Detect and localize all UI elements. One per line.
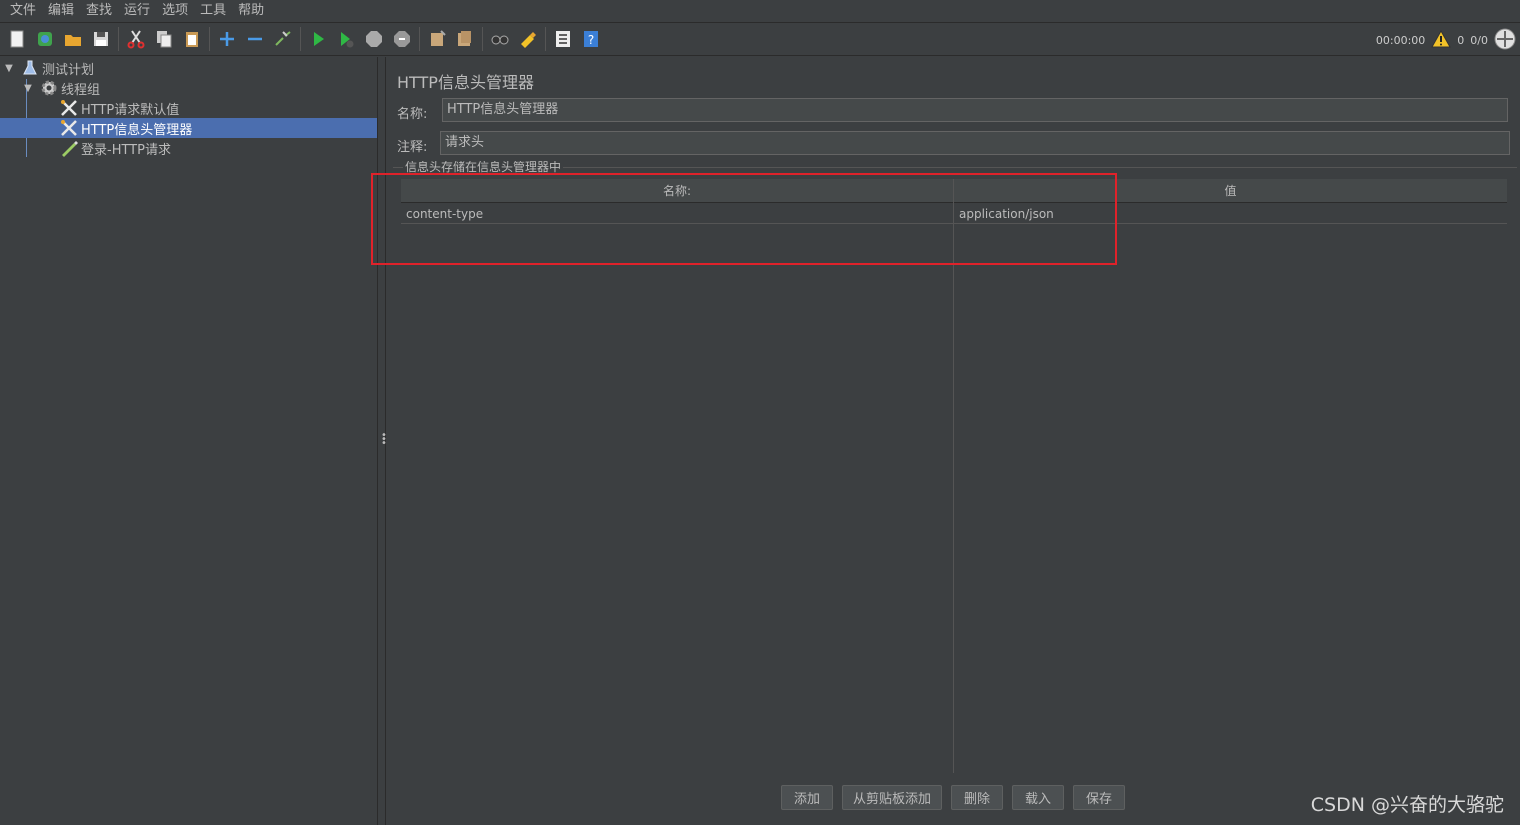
status-area: 00:00:00 0 0/0 [1376, 23, 1516, 57]
name-field[interactable]: HTTP信息头管理器 [442, 98, 1508, 122]
name-label: 名称: [397, 107, 428, 122]
toolbar-divider [209, 27, 210, 51]
reset-search-icon[interactable] [517, 28, 539, 50]
chevron-down-icon[interactable]: ▼ [3, 63, 15, 74]
toolbar-divider [545, 27, 546, 51]
start-no-pause-icon[interactable] [335, 28, 357, 50]
warning-icon[interactable] [1431, 29, 1452, 51]
comment-label: 注释: [397, 140, 428, 155]
watermark: CSDN @兴奋的大骆驼 [1310, 794, 1504, 816]
menu-tools[interactable]: 工具 [194, 0, 232, 21]
expand-icon[interactable] [216, 28, 238, 50]
shutdown-icon[interactable] [391, 28, 413, 50]
tree-item-thread-group[interactable]: ▼ 线程组 [0, 78, 377, 98]
tree-item-http-defaults[interactable]: HTTP请求默认值 [0, 98, 377, 118]
menu-bar: 文件 编辑 查找 运行 选项 工具 帮助 [0, 0, 1520, 21]
sampler-pencil-icon [60, 139, 78, 157]
add-button[interactable]: 添加 [781, 785, 833, 810]
menu-edit[interactable]: 编辑 [42, 0, 80, 21]
save-button[interactable]: 保存 [1073, 785, 1125, 810]
tree-item-label: 线程组 [61, 82, 101, 98]
copy-icon[interactable] [153, 28, 175, 50]
paste-icon[interactable] [181, 28, 203, 50]
toggle-icon[interactable] [272, 28, 294, 50]
help-icon[interactable]: ? [580, 28, 602, 50]
add-from-clipboard-button[interactable]: 从剪贴板添加 [842, 785, 942, 810]
svg-text:?: ? [588, 33, 594, 47]
menu-help[interactable]: 帮助 [232, 0, 270, 21]
function-helper-icon[interactable] [552, 28, 574, 50]
elapsed-timer: 00:00:00 [1375, 33, 1426, 47]
menu-search[interactable]: 查找 [80, 0, 118, 21]
menu-options[interactable]: 选项 [156, 0, 194, 21]
test-plan-tree: ▼ 测试计划 ▼ 线程组 HTTP请求默认值 HTTP信息头管理器 登录-HTT… [0, 57, 377, 825]
load-button[interactable]: 载入 [1012, 785, 1064, 810]
tree-item-label: 登录-HTTP请求 [81, 142, 171, 158]
flask-icon [21, 59, 39, 77]
templates-icon[interactable] [34, 28, 56, 50]
collapse-icon[interactable] [244, 28, 266, 50]
page-title: HTTP信息头管理器 [397, 73, 534, 92]
toolbar-divider [300, 27, 301, 51]
save-icon[interactable] [90, 28, 112, 50]
clear-icon[interactable] [426, 28, 448, 50]
new-icon[interactable] [6, 28, 28, 50]
start-icon[interactable] [307, 28, 329, 50]
config-tools-icon [60, 119, 78, 137]
toolbar-divider [482, 27, 483, 51]
headers-table: 名称: 值 content-type application/json [401, 179, 1507, 773]
stop-icon[interactable] [363, 28, 385, 50]
tree-item-label: HTTP信息头管理器 [81, 122, 193, 138]
tree-item-test-plan[interactable]: ▼ 测试计划 [0, 58, 377, 78]
menu-run[interactable]: 运行 [118, 0, 156, 21]
delete-button[interactable]: 删除 [951, 785, 1003, 810]
remote-icon[interactable] [1494, 28, 1516, 53]
config-tools-icon [60, 99, 78, 117]
toolbar-divider [419, 27, 420, 51]
splitter-grip-icon[interactable]: • • • [381, 431, 387, 449]
toolbar: ? 00:00:00 0 0/0 [0, 22, 1520, 56]
column-divider [953, 179, 954, 773]
cut-icon[interactable] [125, 28, 147, 50]
toolbar-divider [118, 27, 119, 51]
warning-count: 0 [1457, 33, 1465, 47]
tree-item-header-manager[interactable]: HTTP信息头管理器 [0, 118, 377, 138]
comment-field[interactable]: 请求头 [440, 131, 1510, 155]
tree-item-login-request[interactable]: 登录-HTTP请求 [0, 138, 377, 158]
gear-icon [40, 79, 58, 97]
clear-all-icon[interactable] [454, 28, 476, 50]
thread-count: 0/0 [1470, 33, 1488, 47]
tree-item-label: 测试计划 [42, 62, 95, 78]
highlight-annotation [371, 173, 1117, 265]
group-title: 信息头存储在信息头管理器中 [403, 161, 564, 173]
tree-item-label: HTTP请求默认值 [81, 102, 180, 118]
menu-file[interactable]: 文件 [4, 0, 42, 21]
chevron-down-icon[interactable]: ▼ [22, 83, 34, 94]
open-icon[interactable] [62, 28, 84, 50]
search-icon[interactable] [489, 28, 511, 50]
